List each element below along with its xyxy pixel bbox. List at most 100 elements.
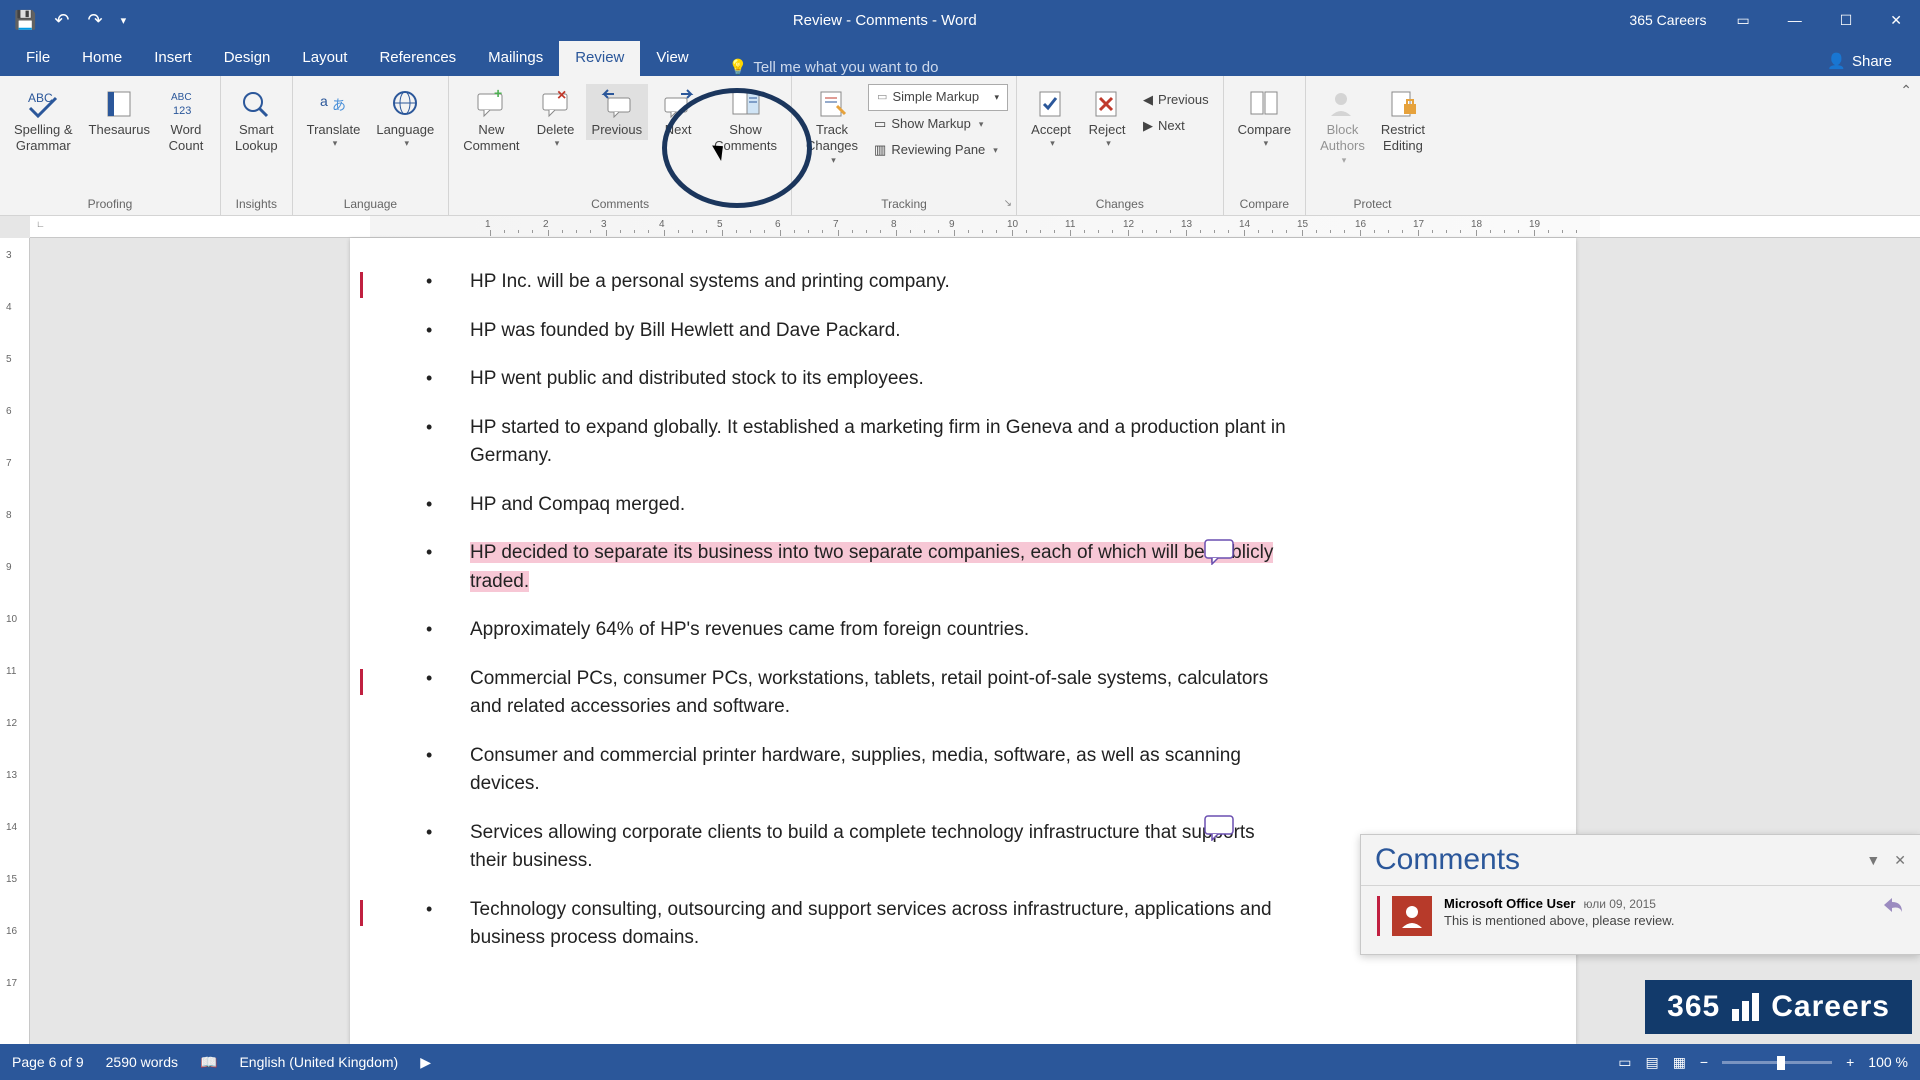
share-button[interactable]: 👤 Share	[1809, 46, 1910, 76]
show-markup-button[interactable]: ▭Show Markup	[868, 112, 1008, 137]
wordcount-icon: ABC123	[166, 86, 206, 120]
horizontal-ruler[interactable]: ∟ 12345678910111213141516171819	[30, 216, 1920, 238]
brand-b: Careers	[1771, 990, 1890, 1024]
next-comment-label: Next	[665, 122, 692, 138]
list-item[interactable]: HP Inc. will be a personal systems and p…	[420, 258, 1290, 307]
tab-layout[interactable]: Layout	[286, 41, 363, 76]
view-print-icon[interactable]: ▤	[1645, 1054, 1658, 1071]
save-icon[interactable]: 💾	[14, 10, 36, 31]
brand-a: 365	[1667, 990, 1720, 1024]
group-proofing: ABCSpelling & Grammar Thesaurus ABC123Wo…	[0, 76, 221, 215]
thesaurus-label: Thesaurus	[89, 122, 150, 138]
zoom-in-icon[interactable]: +	[1846, 1054, 1854, 1070]
next-comment-icon	[658, 86, 698, 120]
list-item[interactable]: Commercial PCs, consumer PCs, workstatio…	[420, 655, 1290, 732]
group-protect: Block Authors Restrict Editing Protect	[1306, 76, 1439, 215]
tab-references[interactable]: References	[363, 41, 472, 76]
zoom-level[interactable]: 100 %	[1868, 1054, 1908, 1070]
changes-next-icon: ▶	[1143, 116, 1153, 137]
spelling-label: Spelling & Grammar	[14, 122, 73, 155]
tab-review[interactable]: Review	[559, 41, 640, 76]
reject-button[interactable]: Reject	[1081, 84, 1133, 152]
status-language[interactable]: English (United Kingdom)	[239, 1054, 398, 1070]
ribbon: ABCSpelling & Grammar Thesaurus ABC123Wo…	[0, 76, 1920, 216]
view-read-icon[interactable]: ▭	[1618, 1054, 1631, 1071]
comment-marker-icon[interactable]	[1204, 539, 1234, 575]
maximize-icon[interactable]: ☐	[1832, 8, 1861, 33]
account-name[interactable]: 365 Careers	[1629, 12, 1706, 28]
group-insights: Smart Lookup Insights	[221, 76, 293, 215]
view-web-icon[interactable]: ▦	[1673, 1054, 1686, 1071]
list-item[interactable]: Technology consulting, outsourcing and s…	[420, 886, 1290, 963]
ribbon-display-icon[interactable]: ▭	[1728, 8, 1757, 33]
comments-pane-menu-icon[interactable]: ▼	[1866, 852, 1880, 868]
list-item[interactable]: Services allowing corporate clients to b…	[420, 809, 1290, 886]
list-item[interactable]: HP was founded by Bill Hewlett and Dave …	[420, 307, 1290, 356]
zoom-out-icon[interactable]: −	[1700, 1054, 1708, 1070]
compare-button[interactable]: Compare	[1232, 84, 1297, 152]
changes-next-button[interactable]: ▶Next	[1137, 114, 1215, 139]
smart-lookup-button[interactable]: Smart Lookup	[229, 84, 284, 157]
list-item[interactable]: Approximately 64% of HP's revenues came …	[420, 606, 1290, 655]
list-item[interactable]: HP and Compaq merged.	[420, 481, 1290, 530]
list-item[interactable]: HP went public and distributed stock to …	[420, 355, 1290, 404]
tab-view[interactable]: View	[640, 41, 704, 76]
qat-more-icon[interactable]: ▾	[121, 14, 127, 27]
smart-lookup-icon	[236, 86, 276, 120]
accept-button[interactable]: Accept	[1025, 84, 1077, 152]
delete-comment-button[interactable]: ×Delete	[530, 84, 582, 152]
status-page[interactable]: Page 6 of 9	[12, 1054, 84, 1070]
comment-marker-icon[interactable]	[1204, 815, 1234, 851]
changes-previous-button[interactable]: ◀Previous	[1137, 88, 1215, 113]
list-item[interactable]: HP started to expand globally. It establ…	[420, 404, 1290, 481]
zoom-slider[interactable]	[1722, 1061, 1832, 1064]
block-authors-button[interactable]: Block Authors	[1314, 84, 1371, 168]
avatar	[1392, 896, 1432, 936]
group-changes-label: Changes	[1025, 193, 1215, 215]
group-language: aあTranslate Language Language	[293, 76, 450, 215]
restrict-editing-button[interactable]: Restrict Editing	[1375, 84, 1431, 157]
spelling-grammar-button[interactable]: ABCSpelling & Grammar	[8, 84, 79, 157]
comment-message: This is mentioned above, please review.	[1444, 913, 1870, 928]
change-mark	[360, 272, 363, 298]
markup-combo[interactable]: ▭Simple Markup▾	[868, 84, 1008, 111]
svg-text:ABC: ABC	[171, 92, 192, 103]
thesaurus-button[interactable]: Thesaurus	[83, 84, 156, 140]
tab-selector-icon[interactable]: ∟	[36, 219, 45, 229]
next-comment-button[interactable]: Next	[652, 84, 704, 140]
track-changes-button[interactable]: Track Changes	[800, 84, 864, 168]
collapse-ribbon-icon[interactable]: ⌃	[1900, 82, 1912, 99]
status-spellcheck-icon[interactable]: 📖	[200, 1054, 217, 1071]
tab-file[interactable]: File	[10, 41, 66, 76]
group-changes: Accept Reject ◀Previous ▶Next Changes	[1017, 76, 1224, 215]
minimize-icon[interactable]: —	[1780, 8, 1810, 32]
reply-icon[interactable]	[1882, 896, 1904, 936]
status-words[interactable]: 2590 words	[106, 1054, 178, 1070]
tab-home[interactable]: Home	[66, 41, 138, 76]
tab-design[interactable]: Design	[208, 41, 287, 76]
group-tracking: Track Changes ▭Simple Markup▾ ▭Show Mark…	[792, 76, 1017, 215]
share-label: Share	[1852, 53, 1892, 70]
tell-me-search[interactable]: 💡 Tell me what you want to do	[705, 58, 1810, 76]
window-title: Review - Comments - Word	[140, 12, 1629, 29]
reviewing-pane-button[interactable]: ▥Reviewing Pane	[868, 138, 1008, 163]
previous-comment-button[interactable]: Previous	[586, 84, 649, 140]
translate-button[interactable]: aあTranslate	[301, 84, 367, 152]
new-comment-button[interactable]: +New Comment	[457, 84, 525, 157]
redo-icon[interactable]: ↷	[88, 10, 103, 31]
language-button[interactable]: Language	[370, 84, 440, 152]
vertical-ruler[interactable]: 34567891011121314151617	[0, 238, 30, 1044]
comment-author: Microsoft Office User	[1444, 896, 1575, 911]
close-icon[interactable]: ✕	[1882, 8, 1910, 33]
word-count-button[interactable]: ABC123Word Count	[160, 84, 212, 157]
tab-insert[interactable]: Insert	[138, 41, 208, 76]
list-item[interactable]: Consumer and commercial printer hardware…	[420, 732, 1290, 809]
previous-comment-label: Previous	[592, 122, 643, 138]
tab-mailings[interactable]: Mailings	[472, 41, 559, 76]
list-item[interactable]: HP decided to separate its business into…	[420, 529, 1290, 606]
tracking-dialog-launcher-icon[interactable]: ↘	[1004, 198, 1012, 209]
status-macro-icon[interactable]: ▶	[420, 1054, 431, 1071]
undo-icon[interactable]: ↶	[54, 10, 69, 31]
svg-text:×: ×	[557, 88, 566, 104]
comments-pane-close-icon[interactable]: ✕	[1894, 852, 1906, 869]
